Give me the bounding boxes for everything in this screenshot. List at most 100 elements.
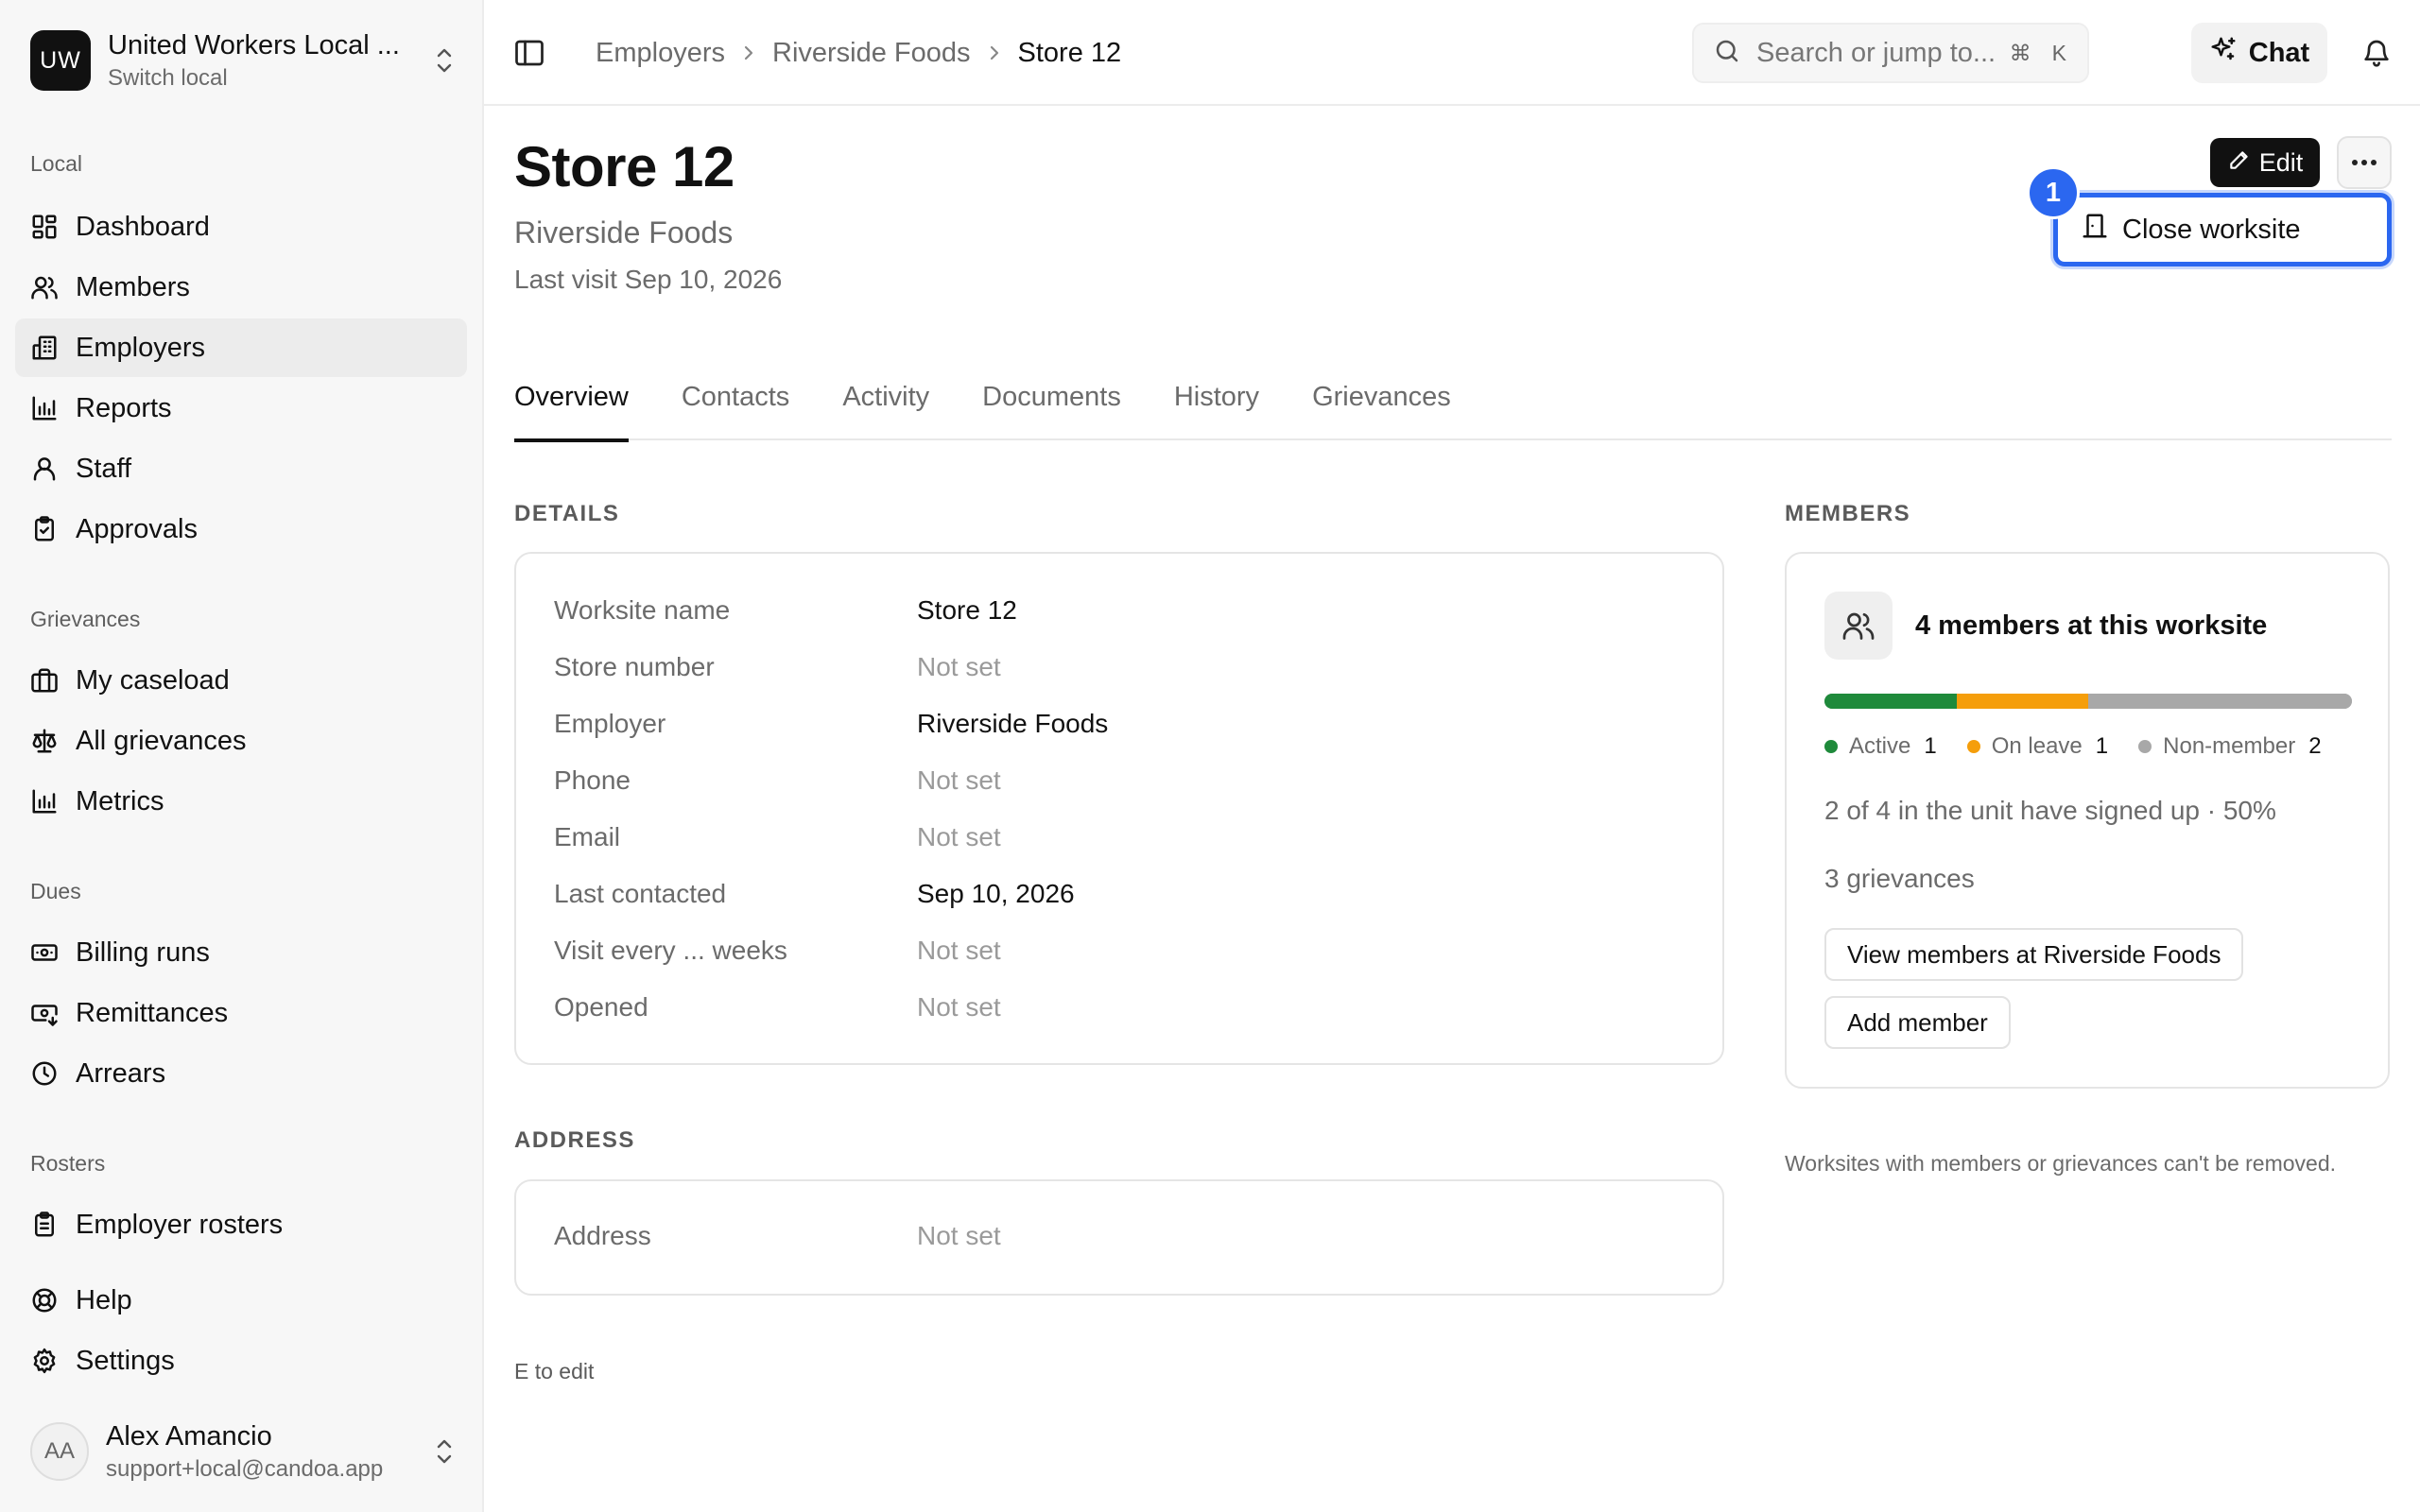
user-menu[interactable]: AA Alex Amancio support+local@candoa.app — [30, 1414, 458, 1489]
section-grievances: Grievances — [30, 607, 141, 631]
employer-link[interactable]: Riverside Foods — [514, 215, 733, 250]
legend-non-member: Non-member 2 — [2138, 733, 2322, 760]
edit-button[interactable]: Edit — [2210, 138, 2320, 187]
sidebar-item-remittances[interactable]: Remittances — [15, 984, 467, 1042]
scale-icon — [30, 727, 59, 755]
sidebar-item-employer-rosters[interactable]: Employer rosters — [15, 1195, 467, 1254]
bar-segment — [1824, 694, 1957, 709]
close-worksite-menu-item[interactable]: Close worksite — [2053, 193, 2392, 266]
sidebar-item-my-caseload[interactable]: My caseload — [15, 651, 467, 710]
breadcrumb-employers[interactable]: Employers — [596, 38, 725, 69]
page-title: Store 12 — [514, 135, 735, 198]
sidebar-item-help[interactable]: Help — [15, 1271, 467, 1330]
detail-row: Employer Riverside Foods — [554, 709, 1108, 739]
detail-key: Address — [554, 1221, 651, 1250]
sidebar-item-label: Staff — [76, 453, 132, 484]
sidebar-item-arrears[interactable]: Arrears — [15, 1044, 467, 1103]
door-closed-icon — [2081, 212, 2122, 248]
chevrons-up-down-icon — [431, 1433, 458, 1470]
legend-active: Active 1 — [1824, 733, 1937, 760]
sidebar-item-label: Members — [76, 271, 190, 302]
grievances-count: 3 grievances — [1824, 864, 1975, 893]
local-switcher[interactable]: UW United Workers Local ... Switch local — [30, 28, 458, 93]
detail-row: Opened Not set — [554, 992, 1001, 1022]
sidebar-item-label: Dashboard — [76, 211, 210, 242]
detail-key: Worksite name — [554, 595, 731, 625]
tab-activity[interactable]: Activity — [842, 376, 929, 440]
removal-note: Worksites with members or grievances can… — [1785, 1151, 2337, 1176]
bell-icon[interactable] — [2358, 34, 2395, 72]
legend-count: 2 — [2308, 733, 2322, 759]
close-worksite-label: Close worksite — [2122, 214, 2301, 245]
detail-value: Not set — [917, 765, 1001, 795]
chevron-right-icon — [988, 43, 1001, 63]
detail-key: Visit every ... weeks — [554, 936, 787, 965]
legend-dot — [2138, 740, 2152, 753]
lifebuoy-icon — [30, 1286, 59, 1314]
detail-value: Not set — [917, 992, 1001, 1022]
detail-row: Last contacted Sep 10, 2026 — [554, 879, 1075, 909]
clipboard-list-icon — [30, 1211, 59, 1239]
sidebar-item-label: Billing runs — [76, 936, 210, 968]
sidebar-item-dashboard[interactable]: Dashboard — [15, 198, 467, 256]
users-icon — [1824, 592, 1893, 660]
bar-chart-icon — [30, 394, 59, 422]
tab-history[interactable]: History — [1174, 376, 1259, 440]
sidebar-item-label: Arrears — [76, 1057, 166, 1089]
sidebar-item-staff[interactable]: Staff — [15, 439, 467, 498]
sidebar-item-members[interactable]: Members — [15, 258, 467, 317]
sidebar-item-metrics[interactable]: Metrics — [15, 772, 467, 831]
detail-key: Employer — [554, 709, 666, 738]
tab-overview[interactable]: Overview — [514, 376, 629, 442]
more-actions-button[interactable] — [2337, 136, 2392, 189]
sidebar-item-label: Settings — [76, 1345, 175, 1376]
search-input[interactable]: Search or jump to... ⌘ K — [1692, 23, 2089, 83]
sidebar-item-reports[interactable]: Reports — [15, 379, 467, 438]
sidebar-item-label: Approvals — [76, 513, 198, 544]
detail-value: Riverside Foods — [917, 709, 1109, 738]
detail-value: Not set — [917, 822, 1001, 851]
sidebar-item-all-grievances[interactable]: All grievances — [15, 712, 467, 770]
search-placeholder: Search or jump to... — [1756, 37, 1996, 68]
shortcut-cmd: ⌘ — [2009, 40, 2031, 65]
avatar: AA — [30, 1422, 89, 1481]
keyboard-hint: E to edit — [514, 1359, 595, 1383]
section-local: Local — [30, 151, 82, 176]
detail-key: Last contacted — [554, 879, 727, 908]
sidebar-item-billing-runs[interactable]: Billing runs — [15, 923, 467, 982]
add-member-button[interactable]: Add member — [1824, 996, 2011, 1049]
detail-value: Sep 10, 2026 — [917, 879, 1075, 908]
members-card: 4 members at this worksite Active 1 On le… — [1785, 552, 2390, 1089]
sidebar-item-employers[interactable]: Employers — [15, 318, 467, 377]
membership-bar — [1824, 694, 2352, 709]
step-badge: 1 — [2027, 166, 2080, 219]
detail-value: Not set — [917, 1221, 1001, 1250]
sidebar-item-label: Reports — [76, 392, 172, 423]
section-dues: Dues — [30, 879, 81, 903]
sidebar-item-label: All grievances — [76, 725, 247, 756]
sidebar-toggle-icon[interactable] — [512, 36, 546, 70]
banknote-icon — [30, 938, 59, 967]
pencil-icon — [2227, 147, 2259, 179]
tab-grievances[interactable]: Grievances — [1312, 376, 1451, 440]
sidebar-item-approvals[interactable]: Approvals — [15, 500, 467, 558]
legend-count: 1 — [2095, 733, 2109, 759]
detail-row: Phone Not set — [554, 765, 1001, 796]
detail-key: Phone — [554, 765, 631, 795]
detail-value: Store 12 — [917, 595, 1017, 625]
legend-count: 1 — [1924, 733, 1937, 759]
detail-row: Visit every ... weeks Not set — [554, 936, 1001, 966]
detail-key: Email — [554, 822, 621, 851]
breadcrumb-riverside-foods[interactable]: Riverside Foods — [772, 38, 971, 69]
detail-row: Worksite name Store 12 — [554, 595, 1017, 626]
bar-segment — [2088, 694, 2352, 709]
edit-label: Edit — [2258, 147, 2304, 177]
tab-documents[interactable]: Documents — [982, 376, 1121, 440]
sidebar-item-settings[interactable]: Settings — [15, 1332, 467, 1390]
chat-button[interactable]: Chat — [2191, 23, 2327, 83]
user-icon — [30, 455, 59, 483]
view-members-button[interactable]: View members at Riverside Foods — [1824, 928, 2244, 981]
legend-on-leave: On leave 1 — [1966, 733, 2109, 760]
tab-contacts[interactable]: Contacts — [682, 376, 789, 440]
sparkles-icon — [2209, 35, 2249, 71]
